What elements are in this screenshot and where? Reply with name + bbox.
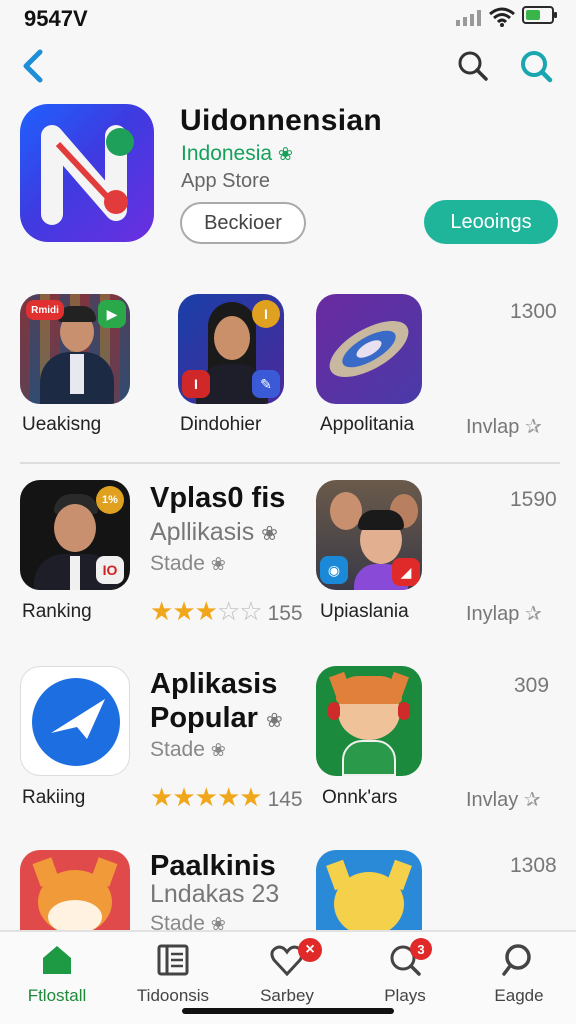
app-label[interactable]: Upiaslania — [320, 601, 409, 623]
rating-stars: ★★★☆☆ 155 — [150, 596, 303, 627]
section-meta: Stade ❀ — [150, 738, 226, 761]
star-filled-icon: ★ — [194, 782, 218, 812]
tab-label: Tidoonsis — [136, 986, 210, 1005]
search-icon[interactable] — [518, 48, 554, 84]
star-icon: ✰ — [524, 603, 542, 625]
app-label[interactable]: Onnk'ars — [322, 787, 397, 809]
app-logo-icon[interactable] — [20, 104, 154, 242]
app-thumbnail[interactable] — [316, 666, 422, 776]
tab-favorites[interactable]: × Sarbey — [232, 938, 342, 1012]
verified-icon: ❀ — [210, 554, 226, 574]
tab-list[interactable]: Tidoonsis — [118, 942, 228, 1012]
star-empty-icon: ☆ — [239, 596, 262, 626]
app-badge-icon: I — [182, 370, 210, 398]
tab-plays[interactable]: 3 Plays — [350, 938, 460, 1012]
rating-stars: ★★★★★ 145 — [150, 782, 303, 813]
app-thumbnail[interactable]: ◉ ◢ — [316, 480, 422, 590]
chevron-left-icon[interactable] — [14, 46, 54, 86]
play-icon: ▶ — [98, 300, 126, 328]
app-label[interactable]: Appolitania — [320, 414, 414, 436]
app-thumbnail[interactable] — [20, 666, 130, 776]
section-title: Vplas0 fis — [150, 482, 286, 514]
wifi-icon — [489, 7, 515, 27]
app-label[interactable]: Dindohier — [180, 414, 261, 436]
app-badge-icon: ◉ — [320, 556, 348, 584]
section-subtitle: Lndakas 23 — [150, 880, 280, 908]
star-filled-icon: ★ — [194, 596, 218, 626]
section-title: Aplikasis — [150, 668, 278, 700]
app-thumbnail[interactable]: I I ✎ — [178, 294, 284, 404]
verified-icon: ❀ — [261, 523, 278, 545]
section-subtitle: Apllikasis ❀ — [150, 518, 278, 546]
tab-home[interactable]: Ftlostall — [2, 942, 112, 1012]
verified-icon: ❀ — [266, 710, 283, 732]
star-filled-icon: ★ — [150, 782, 173, 812]
app-count: 309 — [514, 674, 550, 697]
search-icon[interactable] — [455, 48, 491, 84]
primary-button[interactable]: Leooings — [424, 200, 558, 244]
status-bar: 9547V — [0, 0, 576, 36]
app-count: 1590 — [510, 488, 557, 511]
app-store-label: App Store — [181, 170, 270, 192]
play-icon: ◢ — [392, 558, 420, 586]
thumb-badge: I — [252, 300, 280, 328]
side-link[interactable]: Invlay ✰ — [466, 787, 541, 812]
rating-count: 145 — [267, 788, 303, 811]
star-filled-icon: ★ — [172, 596, 195, 626]
app-count: 1300 — [510, 300, 557, 323]
star-icon: ✰ — [524, 416, 542, 438]
secondary-button[interactable]: Beckioer — [180, 202, 306, 244]
battery-icon — [522, 6, 557, 24]
app-label[interactable]: Ranking — [22, 601, 92, 623]
app-thumbnail[interactable]: Rmidi ▶ — [20, 294, 130, 404]
status-time: 9547V — [24, 6, 88, 31]
section-title: Paalkinis — [150, 850, 276, 882]
tab-label: Plays — [384, 986, 426, 1005]
app-thumbnail[interactable] — [316, 294, 422, 404]
star-filled-icon: ★ — [150, 596, 173, 626]
star-filled-icon: ★ — [216, 782, 240, 812]
home-indicator[interactable] — [182, 1008, 394, 1014]
app-subtitle: Indonesia ❀ — [181, 142, 294, 165]
star-filled-icon: ★ — [172, 782, 195, 812]
verified-icon: ❀ — [210, 740, 226, 760]
thumb-badge: 1% — [96, 486, 124, 514]
thumb-badge: Rmidi — [26, 300, 64, 320]
list-icon — [157, 944, 189, 976]
side-link[interactable]: Inylap ✰ — [466, 601, 542, 626]
tab-search[interactable]: Eagde — [464, 942, 574, 1012]
notification-badge: 3 — [410, 938, 432, 960]
tool-icon: ✎ — [252, 370, 280, 398]
app-label[interactable]: Ueakisng — [22, 414, 101, 436]
search-icon — [502, 944, 531, 976]
verified-icon: ❀ — [277, 144, 294, 164]
section-title-line2: Popular ❀ — [150, 702, 283, 734]
signal-icon — [456, 10, 481, 26]
star-empty-icon: ☆ — [216, 596, 240, 626]
section-meta: Stade ❀ — [150, 552, 226, 575]
home-icon — [43, 946, 71, 974]
star-filled-icon: ★ — [239, 782, 262, 812]
app-title: Uidonnensian — [180, 104, 382, 137]
app-count: 1308 — [510, 854, 557, 877]
app-label[interactable]: Rakiing — [22, 787, 85, 809]
tab-label: Ftlostall — [27, 986, 87, 1005]
section-divider — [20, 462, 560, 464]
notification-badge: × — [298, 938, 322, 962]
app-thumbnail[interactable]: 1% IO — [20, 480, 130, 590]
tab-label: Sarbey — [260, 986, 314, 1005]
star-icon: ✰ — [523, 789, 541, 811]
rating-count: 155 — [267, 602, 303, 625]
thumb-badge: IO — [96, 556, 124, 584]
side-link[interactable]: Invlap ✰ — [466, 414, 542, 439]
tab-label: Eagde — [494, 986, 544, 1005]
